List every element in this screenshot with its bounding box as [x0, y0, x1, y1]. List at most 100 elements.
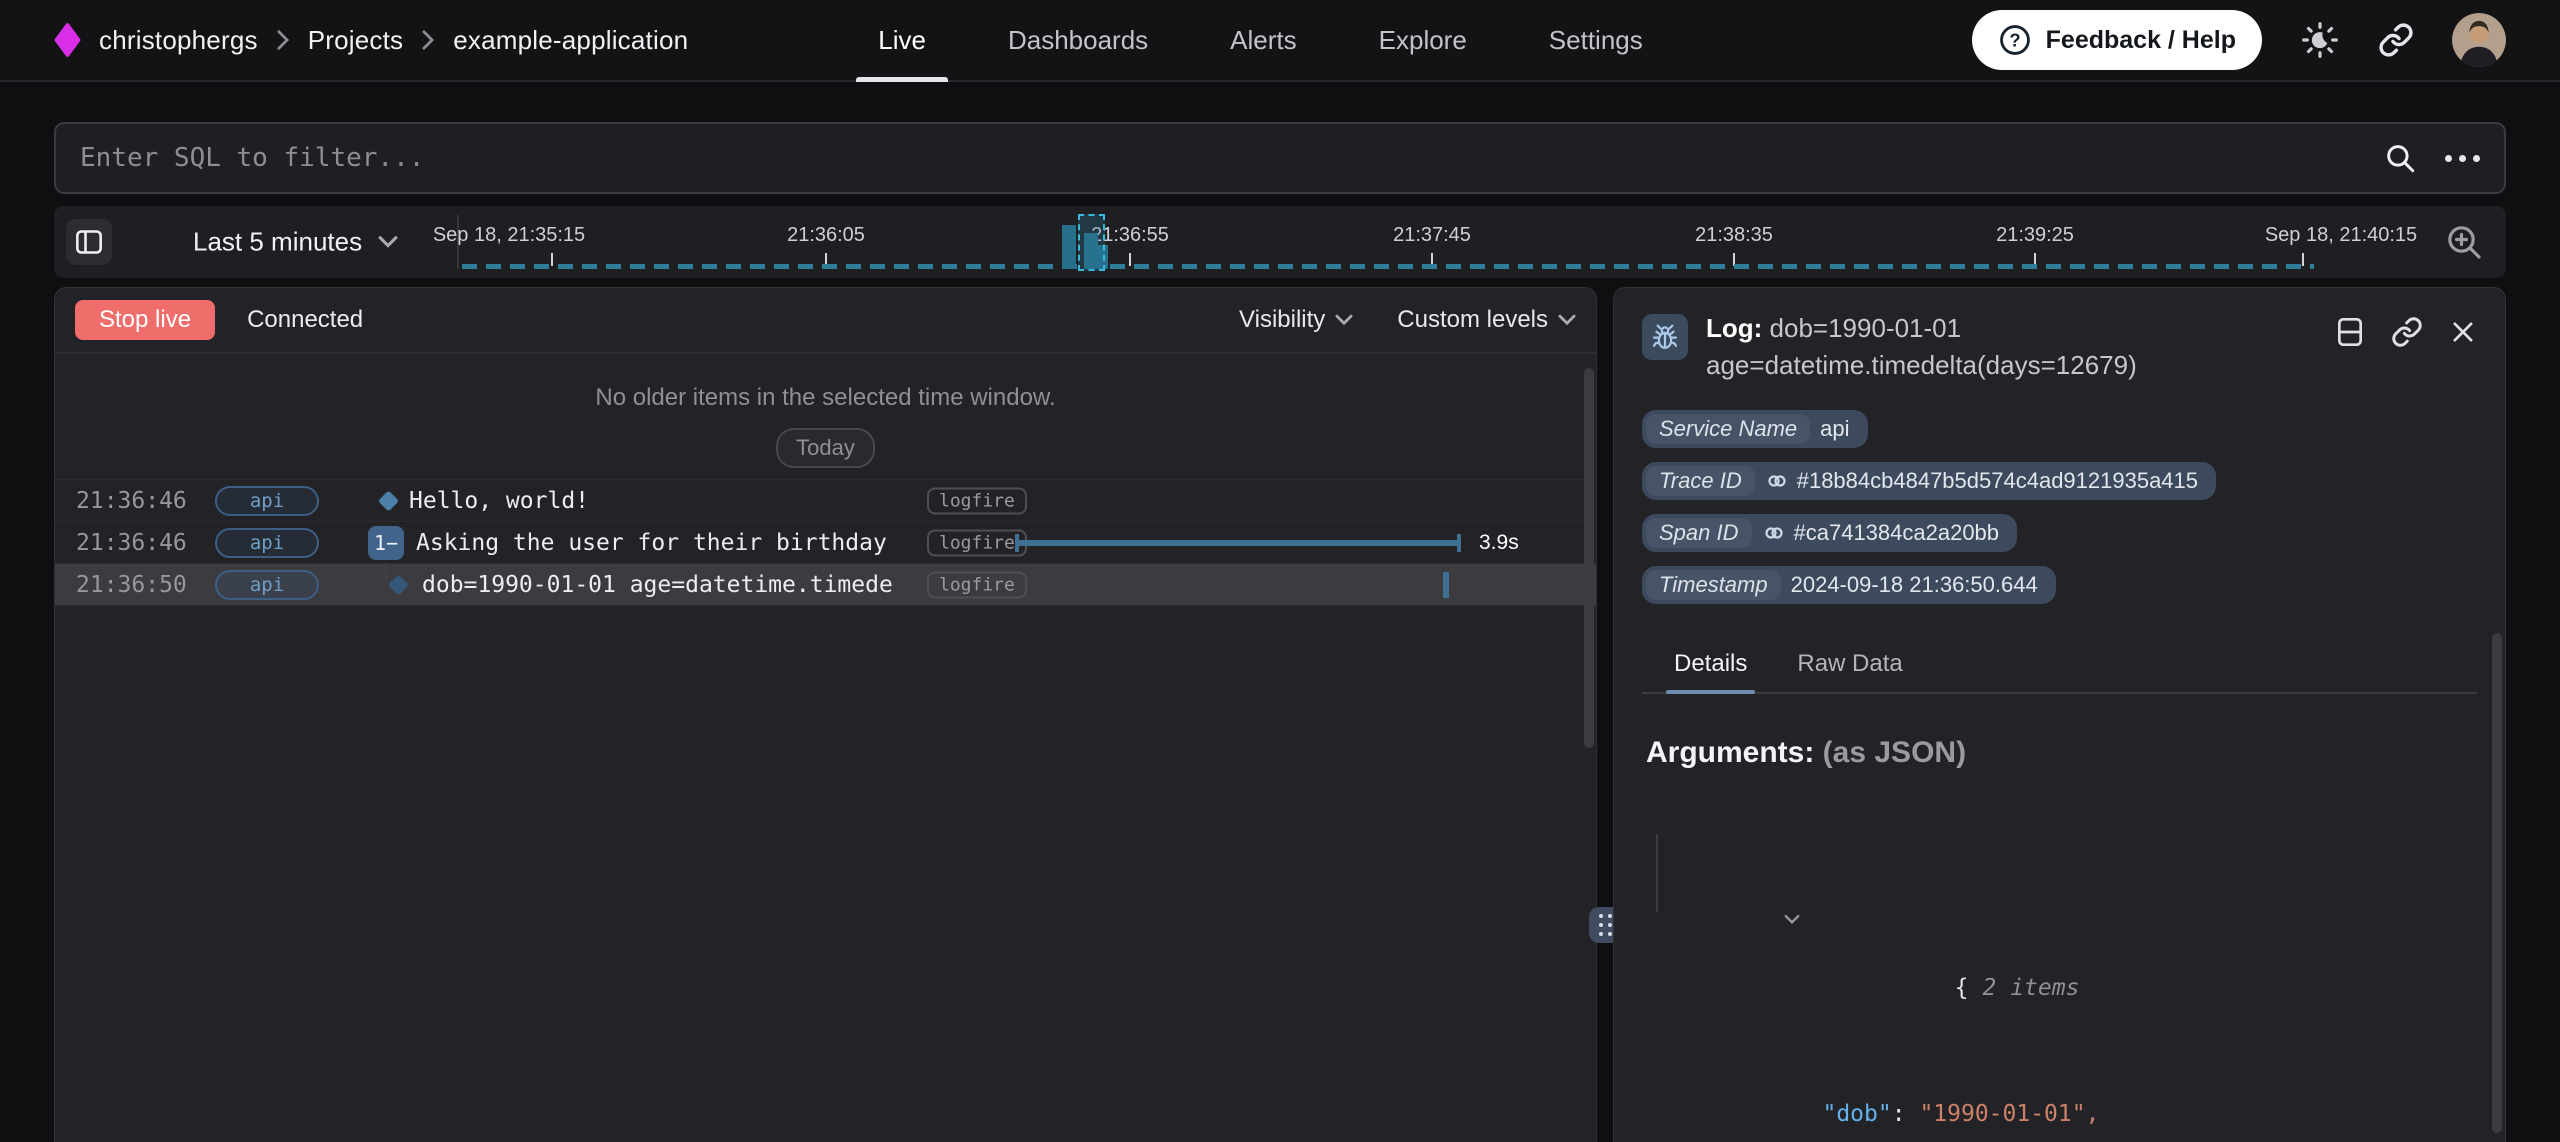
histogram-bar — [1062, 225, 1076, 269]
theme-toggle-icon[interactable] — [2300, 20, 2340, 60]
debug-level-bug-icon — [1642, 314, 1688, 360]
breadcrumb-project[interactable]: example-application — [453, 25, 688, 56]
pill-value: #18b84cb4847b5d574c4ad9121935a415 — [1755, 468, 2212, 494]
pill-label: Service Name — [1646, 414, 1810, 444]
main-content: Stop live Connected Visibility Custom le… — [54, 287, 2506, 1142]
tick-label: Sep 18, 21:35:15 — [433, 224, 585, 247]
tick-label: Sep 18, 21:40:15 — [2265, 224, 2417, 247]
json-key: "dob" — [1822, 1101, 1891, 1127]
span-duration-bar — [1015, 534, 1461, 552]
trace-id-pill[interactable]: Trace ID #18b84cb4847b5d574c4ad9121935a4… — [1642, 462, 2216, 500]
timestamp-pill[interactable]: Timestamp 2024-09-18 21:36:50.644 — [1642, 566, 2056, 604]
scrollbar-thumb[interactable] — [1584, 368, 1594, 748]
logfire-logo-diamond-icon[interactable] — [54, 23, 81, 57]
span-id-pill[interactable]: Span ID #ca741384ca2a20bb — [1642, 514, 2017, 552]
log-row-list: 21:36:46 api Hello, world! logfire 21:36… — [55, 479, 1596, 606]
copy-link-icon[interactable] — [2391, 316, 2423, 348]
span-duration-label: 3.9s — [1479, 531, 1519, 555]
custom-levels-dropdown[interactable]: Custom levels — [1397, 306, 1576, 334]
top-bar: christophergs Projects example-applicati… — [0, 0, 2560, 82]
sql-filter-bar — [54, 122, 2506, 194]
feedback-help-button[interactable]: ? Feedback / Help — [1972, 10, 2262, 70]
log-level-diamond-icon — [378, 490, 399, 511]
sql-filter-input[interactable] — [80, 143, 2383, 173]
json-viewer: {2 items "dob": "1990-01-01", "age": 109… — [1646, 788, 2477, 1142]
breadcrumb-separator-icon — [276, 29, 290, 51]
tab-dashboards[interactable]: Dashboards — [1008, 0, 1148, 80]
panel-splitter — [1597, 287, 1613, 1142]
panel-layout-icon[interactable] — [2335, 316, 2365, 348]
pill-value: 2024-09-18 21:36:50.644 — [1781, 572, 2052, 598]
link-icon — [1765, 469, 1789, 493]
share-link-icon[interactable] — [2378, 22, 2414, 58]
tick-label: 21:37:45 — [1393, 224, 1471, 247]
timeline-baseline — [462, 264, 2314, 269]
pill-label: Span ID — [1646, 518, 1752, 548]
timeline-bar: Last 5 minutes Sep 18, 21:35:15 21:36:05… — [54, 206, 2506, 278]
breadcrumb-projects[interactable]: Projects — [308, 25, 404, 56]
tab-raw-data[interactable]: Raw Data — [1795, 642, 1904, 692]
visibility-dropdown[interactable]: Visibility — [1239, 306, 1353, 334]
detail-title-line1: dob=1990-01-01 — [1762, 313, 1961, 343]
scope-tag[interactable]: logfire — [927, 529, 1027, 556]
log-time: 21:36:46 — [76, 488, 187, 514]
log-row[interactable]: 21:36:46 api Hello, world! logfire — [55, 479, 1596, 521]
arguments-heading-main: Arguments: — [1646, 736, 1814, 769]
empty-window-message: No older items in the selected time wind… — [595, 384, 1055, 412]
pill-value: #ca741384ca2a20bb — [1752, 520, 2014, 546]
timeline-zoom-in-icon[interactable] — [2444, 222, 2484, 262]
connection-status: Connected — [247, 306, 363, 334]
detail-header: Log: dob=1990-01-01 age=datetime.timedel… — [1642, 310, 2477, 384]
tab-settings[interactable]: Settings — [1549, 0, 1643, 80]
collapse-children-badge[interactable]: 1− — [368, 526, 404, 560]
timeline-selection-box[interactable] — [1078, 214, 1105, 271]
log-message: Asking the user for their birthday — [416, 530, 887, 556]
arguments-heading: Arguments: (as JSON) — [1646, 736, 2477, 770]
service-name-pill[interactable]: Service Name api — [1642, 410, 1868, 448]
topbar-actions: ? Feedback / Help — [1972, 10, 2506, 70]
svg-text:?: ? — [2009, 29, 2020, 50]
json-string-value: "1990-01-01", — [1919, 1101, 2099, 1127]
breadcrumb-org[interactable]: christophergs — [99, 25, 258, 56]
log-message: Hello, world! — [409, 488, 589, 514]
json-collapse-icon[interactable] — [1784, 830, 1950, 1009]
live-view-panel: Stop live Connected Visibility Custom le… — [54, 287, 1597, 1142]
stop-live-button[interactable]: Stop live — [75, 300, 215, 340]
service-badge[interactable]: api — [215, 528, 319, 558]
today-button[interactable]: Today — [776, 428, 875, 468]
service-badge[interactable]: api — [215, 486, 319, 516]
log-message: dob=1990-01-01 age=datetime.timede — [422, 572, 893, 598]
chevron-down-icon — [1335, 314, 1353, 326]
detail-title-prefix: Log: — [1706, 313, 1762, 343]
feedback-help-label: Feedback / Help — [2046, 26, 2236, 55]
detail-title: Log: dob=1990-01-01 age=datetime.timedel… — [1706, 310, 2137, 384]
search-icon[interactable] — [2383, 141, 2417, 175]
live-panel-header: Stop live Connected Visibility Custom le… — [55, 288, 1596, 354]
tab-live[interactable]: Live — [878, 0, 926, 80]
custom-levels-label: Custom levels — [1397, 306, 1548, 334]
json-items-count: 2 items — [1983, 975, 2080, 1001]
breadcrumb: christophergs Projects example-applicati… — [54, 23, 688, 57]
json-guide-line — [1656, 834, 1658, 912]
time-range-selector[interactable]: Last 5 minutes — [193, 227, 398, 258]
service-badge[interactable]: api — [215, 570, 319, 600]
tab-alerts[interactable]: Alerts — [1230, 0, 1296, 80]
span-time-tick — [1443, 572, 1449, 598]
pill-label: Timestamp — [1646, 570, 1781, 600]
filter-more-options-icon[interactable] — [2445, 155, 2480, 162]
tick-label: 21:39:25 — [1996, 224, 2074, 247]
sidebar-toggle-button[interactable] — [66, 219, 112, 265]
log-time: 21:36:50 — [76, 572, 187, 598]
log-row[interactable]: 21:36:46 api 1− Asking the user for thei… — [55, 521, 1596, 563]
tab-explore[interactable]: Explore — [1379, 0, 1467, 80]
scrollbar-thumb[interactable] — [2492, 633, 2502, 1133]
close-panel-icon[interactable] — [2449, 318, 2477, 346]
tab-details[interactable]: Details — [1672, 642, 1749, 692]
log-row-selected[interactable]: 21:36:50 api dob=1990-01-01 age=datetime… — [55, 563, 1596, 605]
scope-tag[interactable]: logfire — [927, 487, 1027, 514]
detail-title-line2: age=datetime.timedelta(days=12679) — [1706, 350, 2137, 380]
tick-label: 21:36:05 — [787, 224, 865, 247]
log-time: 21:36:46 — [76, 530, 187, 556]
user-avatar[interactable] — [2452, 13, 2506, 67]
scope-tag[interactable]: logfire — [927, 571, 1027, 598]
